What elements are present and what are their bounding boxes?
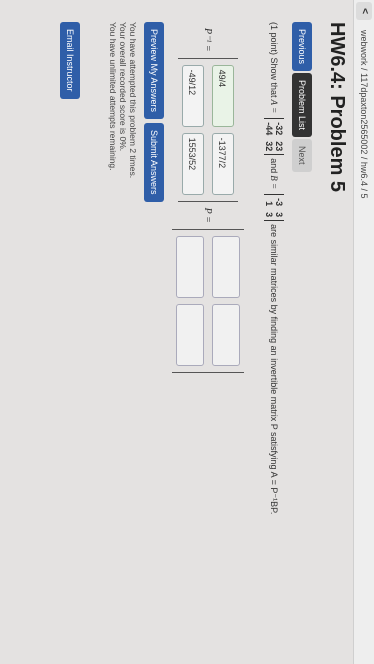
p-label: P = <box>202 207 214 223</box>
previous-button[interactable]: Previous <box>292 22 312 72</box>
matrix-a-11: -32 <box>274 122 284 136</box>
breadcrumb-bar: < webwork / 117dpaxton2565002 / hw6.4 / … <box>353 0 374 664</box>
p-inverse-label: P⁻¹ = <box>202 28 214 52</box>
status-remaining: You have unlimited attempts remaining. <box>108 22 118 171</box>
email-instructor-button[interactable]: Email Instructor <box>60 22 80 99</box>
problem-list-button[interactable]: Problem List <box>292 73 312 138</box>
submit-answers-button[interactable]: Submit Answers <box>144 123 164 202</box>
page-title: HW6.4: Problem 5 <box>326 22 348 193</box>
attempt-status: You have attempted this problem 2 times.… <box>108 22 138 178</box>
p-12-input[interactable] <box>212 303 240 366</box>
p-inverse-21-input[interactable]: -49/12 <box>182 64 204 127</box>
p-21-input[interactable] <box>176 235 204 298</box>
p-inverse-12-input[interactable]: -1377/2 <box>212 132 234 195</box>
screen-rotated: < webwork / 117dpaxton2565002 / hw6.4 / … <box>0 0 374 664</box>
next-button[interactable]: Next <box>292 139 312 172</box>
problem-statement: (1 point) Show that A = -32 23 -44 32 an… <box>264 22 284 652</box>
status-score: Your overall recorded score is 0%. <box>118 22 128 152</box>
matrix-a-21: -44 <box>264 122 274 136</box>
matrix-b-21: 1 <box>264 201 274 207</box>
matrix-b-22: 3 <box>264 212 274 218</box>
breadcrumb: webwork / 117dpaxton2565002 / hw6.4 / 5 <box>359 30 369 199</box>
preview-answers-button[interactable]: Preview My Answers <box>144 22 164 120</box>
back-icon[interactable]: < <box>356 2 372 20</box>
status-attempts: You have attempted this problem 2 times. <box>128 22 138 179</box>
problem-tail: are similar matrices by finding an inver… <box>269 224 280 515</box>
p-22-input[interactable] <box>176 303 204 366</box>
p-11-input[interactable] <box>212 235 240 298</box>
p-inverse-matrix: 49/4 -1377/2 -49/12 1553/52 <box>178 57 238 202</box>
p-matrix <box>172 228 244 373</box>
matrix-a-12: 23 <box>274 141 284 152</box>
problem-nav: Previous Problem List Next <box>292 22 312 172</box>
matrix-a: -32 23 -44 32 <box>264 118 284 156</box>
matrix-b-11: -3 <box>274 198 284 207</box>
matrix-b-12: 3 <box>274 212 284 218</box>
matrix-b-label: B = <box>269 175 279 190</box>
answer-area: P⁻¹ = 49/4 -1377/2 -49/12 1553/52 P = <box>172 22 244 373</box>
matrix-a-label: A = <box>269 99 279 114</box>
matrix-a-22: 32 <box>264 141 274 152</box>
answer-actions: Preview My Answers Submit Answers <box>144 22 164 202</box>
problem-intro: (1 point) Show that <box>269 22 279 98</box>
and-text: and <box>269 158 279 174</box>
p-inverse-22-input[interactable]: 1553/52 <box>182 132 204 195</box>
p-inverse-11-input[interactable]: 49/4 <box>212 64 234 127</box>
matrix-b: -3 3 1 3 <box>264 194 284 222</box>
